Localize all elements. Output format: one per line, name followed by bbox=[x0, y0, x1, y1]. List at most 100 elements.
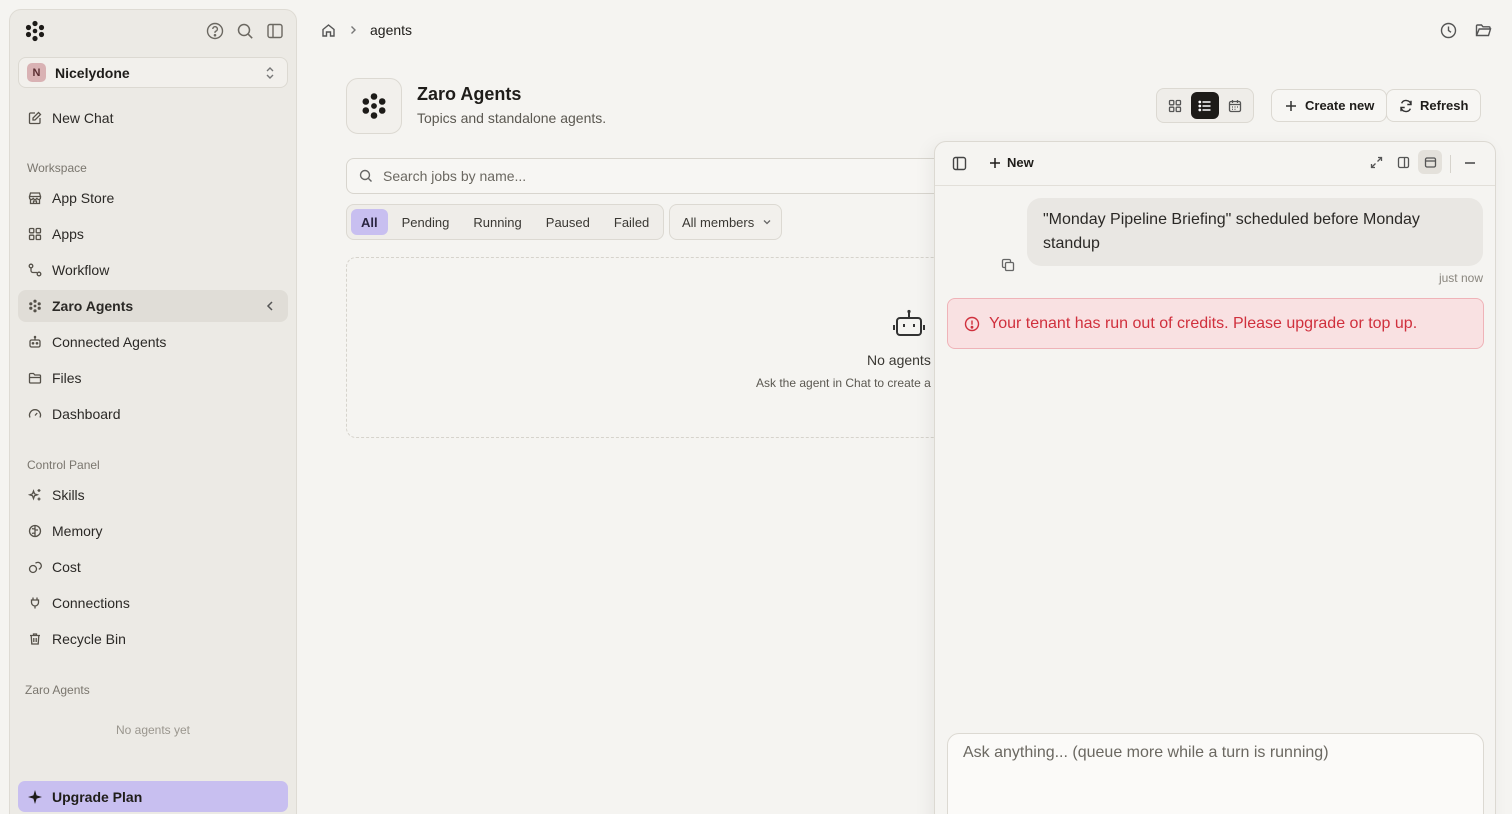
filter-paused[interactable]: Paused bbox=[536, 209, 600, 235]
sidebar-item-cost[interactable]: Cost bbox=[18, 551, 288, 583]
sidebar-item-zaro-agents[interactable]: Zaro Agents bbox=[18, 290, 288, 322]
view-toggle bbox=[1156, 88, 1254, 123]
new-chat-button[interactable]: New bbox=[989, 155, 1034, 170]
sidebar-item-skills[interactable]: Skills bbox=[18, 479, 288, 511]
search-icon bbox=[359, 169, 373, 183]
workspace-avatar: N bbox=[27, 63, 46, 82]
help-icon[interactable] bbox=[206, 22, 224, 40]
plus-icon bbox=[989, 157, 1001, 169]
search-bar bbox=[346, 158, 946, 194]
gauge-icon bbox=[28, 407, 42, 421]
sidebar-header bbox=[10, 10, 296, 54]
home-icon[interactable] bbox=[321, 23, 336, 38]
history-icon[interactable] bbox=[1440, 22, 1457, 39]
window-icon bbox=[1424, 156, 1437, 169]
toolbar-divider bbox=[1450, 155, 1451, 173]
sidebar-item-label: Recycle Bin bbox=[52, 631, 126, 647]
empty-state-title: No agents y bbox=[867, 352, 942, 368]
chat-toolbar: New bbox=[935, 142, 1495, 186]
chevron-right-icon bbox=[348, 24, 358, 36]
chat-composer bbox=[947, 733, 1484, 814]
sidebar-item-label: Skills bbox=[52, 487, 85, 503]
workspace-selector[interactable]: N Nicelydone bbox=[18, 57, 288, 88]
zaro-logo-icon[interactable] bbox=[24, 20, 46, 42]
members-dropdown[interactable]: All members bbox=[669, 204, 782, 240]
control-panel-section-label: Control Panel bbox=[27, 458, 100, 472]
refresh-label: Refresh bbox=[1420, 98, 1469, 113]
new-chat-label: New bbox=[1007, 155, 1034, 170]
no-agents-text: No agents yet bbox=[115, 723, 191, 737]
agents-icon bbox=[28, 299, 42, 313]
sidebar-toggle-icon[interactable] bbox=[952, 156, 967, 171]
upgrade-plan-button[interactable]: Upgrade Plan bbox=[18, 781, 288, 812]
sidebar: N Nicelydone New Chat Workspace App Stor… bbox=[9, 9, 297, 814]
expand-button[interactable] bbox=[1364, 150, 1388, 174]
chat-input[interactable] bbox=[963, 744, 1463, 774]
filter-pending[interactable]: Pending bbox=[392, 209, 460, 235]
alert-circle-icon bbox=[964, 316, 980, 332]
calendar-icon bbox=[1228, 99, 1242, 113]
filter-all[interactable]: All bbox=[351, 209, 388, 235]
folder-icon bbox=[28, 371, 42, 385]
split-view-button[interactable] bbox=[1391, 150, 1415, 174]
grid-icon bbox=[1168, 99, 1182, 113]
header-actions bbox=[1440, 22, 1492, 39]
sidebar-item-dashboard[interactable]: Dashboard bbox=[18, 398, 288, 430]
search-icon[interactable] bbox=[236, 22, 254, 40]
error-banner: Your tenant has run out of credits. Plea… bbox=[947, 298, 1484, 349]
empty-state-subtitle: Ask the agent in Chat to create a t bbox=[756, 376, 938, 390]
create-new-button[interactable]: Create new bbox=[1271, 89, 1388, 122]
search-input[interactable] bbox=[383, 168, 883, 184]
grid-icon bbox=[28, 227, 42, 241]
sidebar-item-label: Connected Agents bbox=[52, 334, 167, 350]
chat-layout-tools bbox=[1364, 150, 1442, 174]
chevron-down-icon bbox=[762, 217, 772, 227]
sidebar-item-app-store[interactable]: App Store bbox=[18, 182, 288, 214]
user-message: "Monday Pipeline Briefing" scheduled bef… bbox=[1027, 198, 1483, 266]
filter-failed[interactable]: Failed bbox=[604, 209, 659, 235]
chat-panel: New "Monday Pipeline Briefing" scheduled… bbox=[934, 141, 1496, 814]
empty-state: No agents y Ask the agent in Chat to cre… bbox=[346, 257, 966, 438]
list-view-button[interactable] bbox=[1191, 92, 1219, 119]
new-chat-label: New Chat bbox=[52, 110, 114, 126]
sidebar-item-recycle-bin[interactable]: Recycle Bin bbox=[18, 623, 288, 655]
breadcrumb-current: agents bbox=[370, 22, 413, 38]
chevron-left-icon[interactable] bbox=[264, 299, 276, 313]
sidebar-item-label: Cost bbox=[52, 559, 81, 575]
sidebar-item-connected-agents[interactable]: Connected Agents bbox=[18, 326, 288, 358]
sidebar-item-label: Apps bbox=[52, 226, 84, 242]
brain-icon bbox=[28, 524, 42, 538]
robot-icon bbox=[893, 308, 925, 338]
sidebar-item-apps[interactable]: Apps bbox=[18, 218, 288, 250]
refresh-button[interactable]: Refresh bbox=[1386, 89, 1482, 122]
store-icon bbox=[28, 191, 42, 205]
chevron-up-down-icon bbox=[263, 65, 277, 81]
sidebar-item-workflow[interactable]: Workflow bbox=[18, 254, 288, 286]
folder-open-icon[interactable] bbox=[1475, 22, 1492, 39]
sidebar-item-label: Dashboard bbox=[52, 406, 121, 422]
sidebar-item-memory[interactable]: Memory bbox=[18, 515, 288, 547]
window-view-button[interactable] bbox=[1418, 150, 1442, 174]
members-label: All members bbox=[682, 214, 755, 230]
zaro-agents-section-label: Zaro Agents bbox=[25, 683, 90, 697]
new-chat-button[interactable]: New Chat bbox=[18, 102, 288, 134]
copy-icon[interactable] bbox=[1001, 258, 1015, 272]
plug-icon bbox=[28, 596, 42, 610]
minimize-icon[interactable] bbox=[1463, 156, 1477, 170]
grid-view-button[interactable] bbox=[1161, 92, 1189, 119]
sidebar-item-files[interactable]: Files bbox=[18, 362, 288, 394]
filter-running[interactable]: Running bbox=[463, 209, 531, 235]
calendar-view-button[interactable] bbox=[1221, 92, 1249, 119]
sidebar-item-connections[interactable]: Connections bbox=[18, 587, 288, 619]
create-new-label: Create new bbox=[1305, 98, 1375, 113]
edit-icon bbox=[28, 111, 42, 125]
message-timestamp: just now bbox=[1438, 271, 1483, 285]
sidebar-toggle-icon[interactable] bbox=[266, 22, 284, 40]
error-message: Your tenant has run out of credits. Plea… bbox=[989, 314, 1418, 332]
trash-icon bbox=[28, 632, 42, 646]
sidebar-item-label: Workflow bbox=[52, 262, 110, 278]
upgrade-plan-label: Upgrade Plan bbox=[52, 788, 143, 805]
sidebar-item-label: Files bbox=[52, 370, 82, 386]
workspace-section-label: Workspace bbox=[27, 161, 87, 175]
coins-icon bbox=[28, 560, 42, 574]
